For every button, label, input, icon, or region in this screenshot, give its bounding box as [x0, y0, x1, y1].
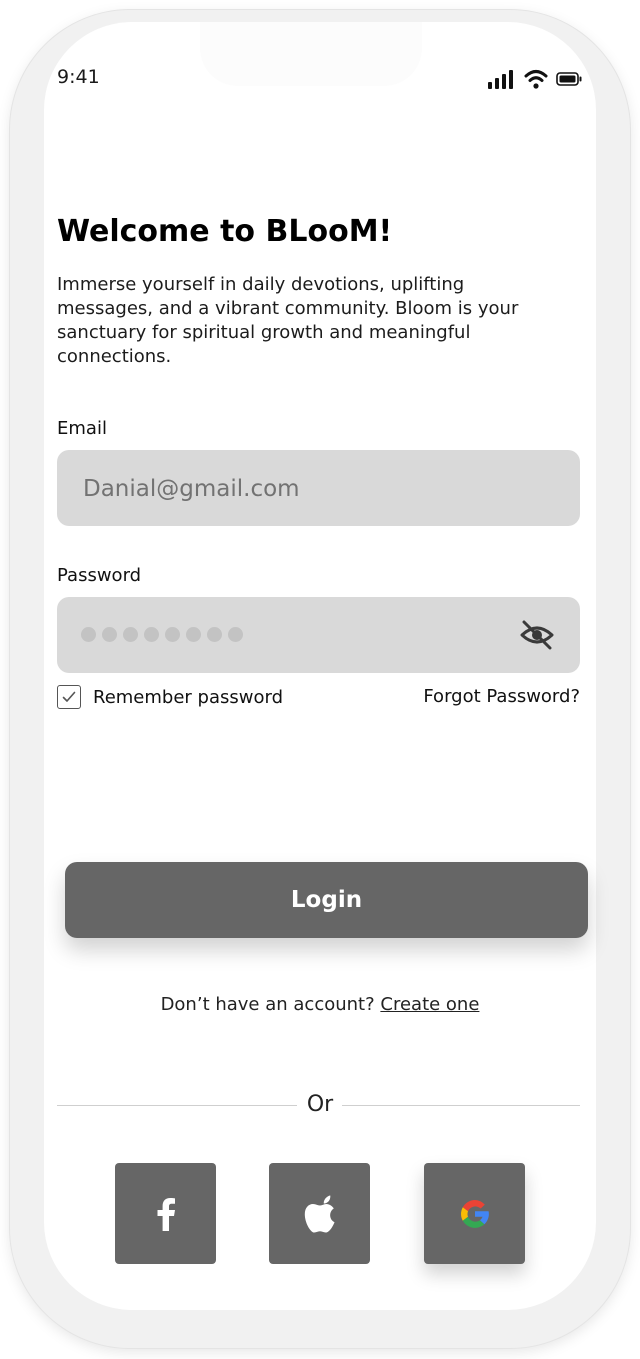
password-dot [165, 627, 180, 642]
apple-login-button[interactable] [269, 1163, 370, 1264]
create-account-link[interactable]: Create one [380, 994, 479, 1015]
email-field[interactable] [57, 450, 580, 528]
email-label: Email [57, 418, 107, 439]
battery-icon [556, 72, 582, 86]
password-dot [186, 627, 201, 642]
password-dot [228, 627, 243, 642]
check-icon [62, 691, 76, 702]
forgot-password-link[interactable]: Forgot Password? [423, 686, 580, 707]
login-button[interactable]: Login [65, 862, 588, 938]
eye-off-icon[interactable] [519, 617, 555, 653]
password-dot [81, 627, 96, 642]
remember-checkbox[interactable] [57, 685, 81, 709]
password-dot [123, 627, 138, 642]
password-label: Password [57, 565, 142, 586]
facebook-login-button[interactable] [115, 1163, 216, 1264]
signup-prompt: Don’t have an account? Create one [0, 994, 640, 1015]
facebook-icon [157, 1197, 175, 1231]
signup-prompt-text: Don’t have an account? [160, 994, 375, 1015]
email-input[interactable] [81, 450, 555, 528]
password-dot [102, 627, 117, 642]
remember-password-toggle[interactable]: Remember password [57, 683, 283, 711]
google-icon [460, 1199, 489, 1228]
remember-password-label: Remember password [93, 686, 283, 708]
password-dot [144, 627, 159, 642]
welcome-description: Immerse yourself in daily devotions, upl… [57, 274, 519, 367]
google-login-button[interactable] [424, 1163, 525, 1264]
phone-notch [200, 22, 422, 86]
wifi-icon [524, 70, 548, 89]
cellular-signal-icon [488, 70, 513, 89]
apple-icon [304, 1195, 334, 1232]
password-dot [207, 627, 222, 642]
or-separator: Or [306, 1092, 334, 1117]
password-field[interactable] [57, 597, 580, 673]
welcome-title: Welcome to BLooM! [57, 214, 393, 249]
status-time: 9:41 [57, 66, 100, 88]
password-masked-value [81, 627, 249, 643]
